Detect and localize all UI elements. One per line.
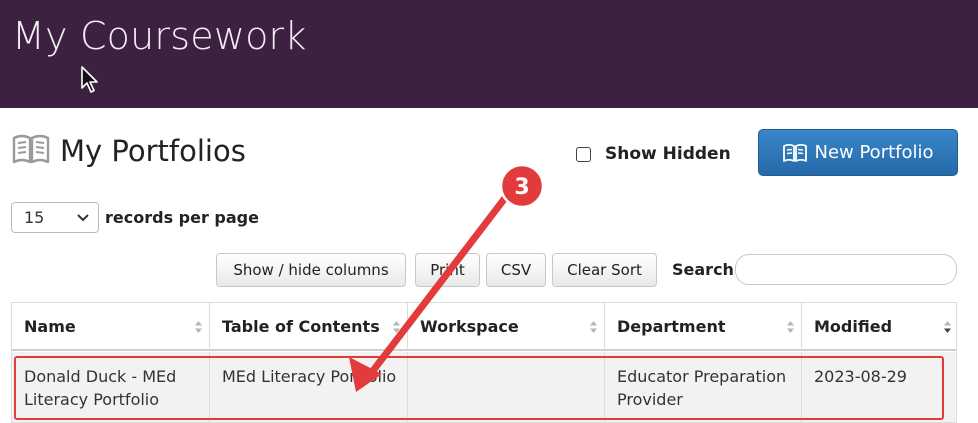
annotation-arrow: 3 xyxy=(349,163,545,392)
step-number-badge: 3 xyxy=(514,175,529,200)
